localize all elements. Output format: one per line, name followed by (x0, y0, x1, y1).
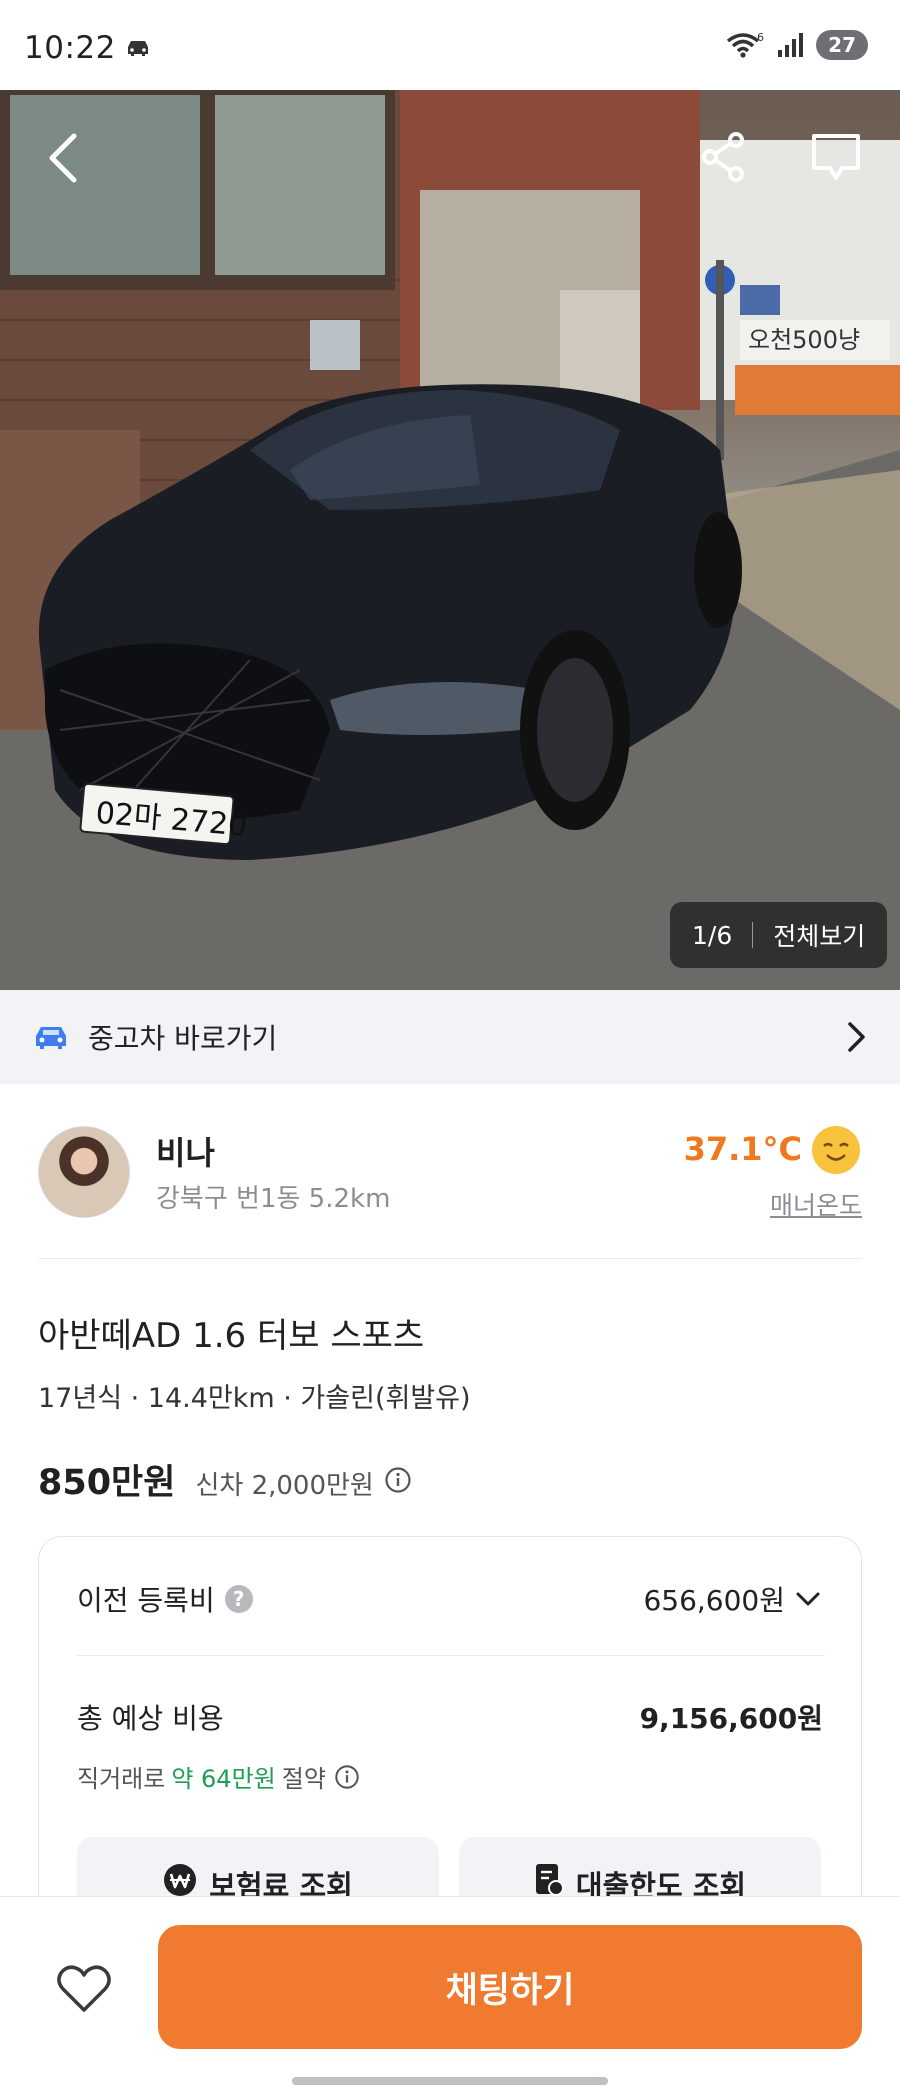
listing-specs: 17년식 · 14.4만km · 가솔린(휘발유) (38, 1383, 471, 1414)
price-row: 850만원 신차 2,000만원 (38, 1454, 412, 1505)
car-icon (128, 41, 148, 56)
counter-divider (752, 922, 754, 948)
svg-text:오천500냥: 오천500냥 (748, 326, 860, 354)
battery-icon: 27 (816, 30, 868, 60)
cost-card: 이전 등록비 ? 656,600원 총 예상 비용 9,156,600원 직거래… (38, 1536, 862, 1947)
used-car-banner-label: 중고차 바로가기 (88, 1022, 278, 1055)
status-bar: 10:22 6 27 (0, 0, 900, 90)
avatar[interactable] (38, 1126, 130, 1218)
signal-icon (778, 33, 804, 57)
seller-profile[interactable]: 비나 강북구 번1동 5.2km 37.1°C 매너온도 (38, 1120, 862, 1260)
heart-icon[interactable] (56, 1963, 112, 2015)
view-all-label: 전체보기 (773, 922, 866, 951)
car-photo-scene: 오천500냥 02마 2720 (0, 90, 900, 990)
wifi-badge: 6 (757, 31, 764, 44)
used-car-banner[interactable]: 중고차 바로가기 (0, 990, 900, 1084)
transfer-fee-label: 이전 등록비 (77, 1584, 215, 1617)
transfer-fee-label-row: 이전 등록비 ? (77, 1579, 253, 1619)
info-icon[interactable] (334, 1764, 360, 1790)
seller-name: 비나 (156, 1134, 215, 1172)
saving-note: 직거래로 약 64만원 절약 (77, 1759, 360, 1794)
saving-amount: 약 64만원 (171, 1765, 276, 1793)
car-photo[interactable]: 오천500냥 02마 2720 1/6 전체보기 (0, 90, 900, 990)
back-icon[interactable] (40, 130, 86, 186)
photo-counter-button[interactable]: 1/6 전체보기 (670, 902, 888, 968)
status-icons: 6 27 (726, 30, 868, 60)
home-indicator (292, 2077, 608, 2085)
smile-face-icon (812, 1126, 860, 1174)
transfer-fee-value: 656,600원 (643, 1584, 785, 1617)
won-icon (164, 1864, 197, 1896)
listing-title: 아반떼AD 1.6 터보 스포츠 (38, 1316, 425, 1356)
seller-location: 강북구 번1동 5.2km (156, 1184, 391, 1214)
new-car-price: 신차 2,000만원 (195, 1471, 374, 1501)
total-cost-label: 총 예상 비용 (77, 1702, 224, 1735)
bottom-action-bar: 채팅하기 (0, 1896, 900, 2100)
wifi-icon: 6 (727, 31, 764, 58)
saving-suffix: 절약 (281, 1765, 326, 1793)
document-icon (535, 1864, 564, 1896)
listing-price: 850만원 (38, 1463, 176, 1503)
info-icon[interactable] (384, 1466, 412, 1494)
cost-divider (77, 1655, 825, 1656)
question-icon[interactable]: ? (224, 1585, 253, 1613)
photo-counter: 1/6 (692, 920, 733, 950)
car-icon (36, 1027, 66, 1049)
divider (38, 1258, 862, 1259)
chevron-down-icon (796, 1592, 820, 1606)
chat-bubble-icon[interactable] (808, 128, 864, 186)
chat-button[interactable]: 채팅하기 (158, 1925, 862, 2049)
transfer-fee-dropdown[interactable]: 656,600원 (643, 1579, 823, 1619)
manner-temperature: 37.1°C (683, 1130, 802, 1168)
status-time: 10:22 (24, 30, 116, 66)
saving-prefix: 직거래로 (77, 1765, 166, 1793)
share-icon[interactable] (700, 130, 746, 184)
chevron-right-icon (848, 1022, 865, 1052)
total-cost-value: 9,156,600원 (639, 1702, 823, 1735)
manner-temperature-link[interactable]: 매너온도 (770, 1186, 862, 1222)
